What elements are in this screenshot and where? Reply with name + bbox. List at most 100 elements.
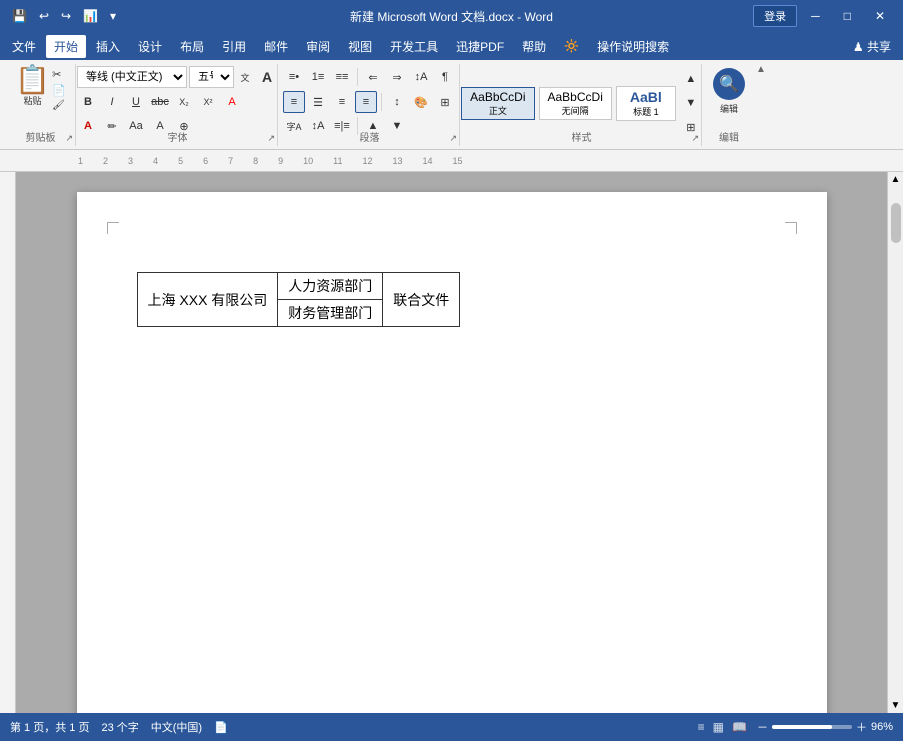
undo-icon[interactable]: ↩ xyxy=(35,7,53,25)
styles-scroll-down[interactable]: ▼ xyxy=(680,92,702,114)
cut-button[interactable]: ✂ xyxy=(52,68,66,81)
decrease-indent-btn[interactable]: ⇐ xyxy=(362,66,384,88)
menu-devtools[interactable]: 开发工具 xyxy=(382,35,446,58)
document-page[interactable]: 上海 XXX 有限公司 人力资源部门 财务管理部门 联合文件 xyxy=(77,192,827,713)
menu-light-icon[interactable]: 🔆 xyxy=(556,36,587,56)
table-cell-hr[interactable]: 人力资源部门 xyxy=(278,273,382,300)
shading-btn[interactable]: 🎨 xyxy=(410,91,432,113)
table-cell-company[interactable]: 上海 XXX 有限公司 xyxy=(137,273,278,327)
bold-button[interactable]: B xyxy=(77,91,99,113)
clear-format-button[interactable]: A xyxy=(221,91,243,113)
ribbon-group-editing: 🔍 编辑 编辑 xyxy=(704,64,754,146)
menu-bar: 文件 开始 插入 设计 布局 引用 邮件 审阅 视图 开发工具 迅捷PDF 帮助… xyxy=(0,32,903,60)
menu-pdf[interactable]: 迅捷PDF xyxy=(448,35,512,58)
justify-btn[interactable]: ≡ xyxy=(355,91,377,113)
menu-references[interactable]: 引用 xyxy=(214,35,254,58)
increase-indent-btn[interactable]: ⇒ xyxy=(386,66,408,88)
ribbon-group-font: 等线 (中文正文) 五号 文 A B I U abc X₂ X² A xyxy=(78,64,278,146)
search-button[interactable]: 🔍 xyxy=(713,68,745,100)
copy-button[interactable]: 📄 xyxy=(52,84,66,97)
print-view-btn[interactable]: ≡ xyxy=(696,718,707,736)
font-size-select[interactable]: 五号 xyxy=(189,66,234,88)
menu-search[interactable]: 操作说明搜索 xyxy=(589,35,677,58)
menu-file[interactable]: 文件 xyxy=(4,35,44,58)
save-icon[interactable]: 💾 xyxy=(8,7,31,25)
doc-icon: 📄 xyxy=(214,721,228,734)
zoom-slider[interactable]: － ＋ 96% xyxy=(757,719,893,735)
show-marks-btn[interactable]: ¶ xyxy=(434,66,456,88)
editing-label: 编辑 xyxy=(704,129,754,144)
menu-review[interactable]: 审阅 xyxy=(298,35,338,58)
minimize-button[interactable]: ─ xyxy=(801,5,830,27)
paste-button[interactable]: 📋 粘贴 xyxy=(15,66,50,107)
word-count: 23 个字 xyxy=(101,719,138,735)
table-cell-joint[interactable]: 联合文件 xyxy=(383,273,460,327)
font-name-select[interactable]: 等线 (中文正文) xyxy=(77,66,187,88)
styles-expand-btn[interactable]: ↗ xyxy=(691,133,699,144)
ribbon-group-paragraph: ≡• 1≡ ≡≡ ⇐ ⇒ ↕A ¶ ≡ ☰ ≡ ≡ ↕ 🎨 xyxy=(280,64,460,146)
scrollbar-right[interactable]: ▲ ▼ xyxy=(887,172,903,713)
align-right-btn[interactable]: ≡ xyxy=(331,91,353,113)
status-bar: 第 1 页，共 1 页 23 个字 中文(中国) 📄 ≡ ▦ 📖 － ＋ 96% xyxy=(0,713,903,741)
scroll-down-btn[interactable]: ▼ xyxy=(889,698,903,713)
title-bar-title: 新建 Microsoft Word 文档.docx - Word xyxy=(350,8,553,25)
menu-share[interactable]: ♟ 共享 xyxy=(845,35,899,58)
align-left-btn[interactable]: ≡ xyxy=(283,91,305,113)
menu-mail[interactable]: 邮件 xyxy=(256,35,296,58)
menu-insert[interactable]: 插入 xyxy=(88,35,128,58)
clipboard-expand[interactable]: ↗ xyxy=(65,133,73,144)
styles-label: 样式 xyxy=(462,129,701,144)
align-center-btn[interactable]: ☰ xyxy=(307,91,329,113)
ribbon-collapse-btn[interactable]: ▲ xyxy=(756,64,770,75)
style-no-spacing[interactable]: AaBbCcDi 无间隔 xyxy=(539,87,612,120)
language: 中文(中国) xyxy=(151,719,202,735)
subscript-button[interactable]: X₂ xyxy=(173,91,195,113)
menu-view[interactable]: 视图 xyxy=(340,35,380,58)
table-cell-departments[interactable]: 人力资源部门 财务管理部门 xyxy=(278,273,383,327)
read-view-btn[interactable]: 📖 xyxy=(730,718,749,736)
zoom-track[interactable] xyxy=(772,725,852,729)
scroll-up-btn[interactable]: ▲ xyxy=(889,172,903,187)
title-bar-left: 💾 ↩ ↪ 📊 ▾ xyxy=(8,7,120,25)
ribbon-group-styles: AaBbCcDi 正文 AaBbCcDi 无间隔 AaBl 标题 1 ▲ ▼ xyxy=(462,64,702,146)
font-label: 字体 xyxy=(78,129,277,144)
menu-home[interactable]: 开始 xyxy=(46,35,86,58)
ribbon: 📋 粘贴 ✂ 📄 🖌 剪贴板 ↗ 等线 (中文正文) xyxy=(0,60,903,150)
zoom-out-btn[interactable]: － xyxy=(757,719,768,735)
style-heading1[interactable]: AaBl 标题 1 xyxy=(616,86,676,121)
font-expand[interactable]: ↗ xyxy=(267,133,275,144)
zoom-in-btn[interactable]: ＋ xyxy=(856,719,867,735)
redo-icon[interactable]: ↪ xyxy=(57,7,75,25)
qa-dropdown-icon[interactable]: ▾ xyxy=(106,7,120,25)
table-cell-finance[interactable]: 财务管理部门 xyxy=(278,300,382,326)
format-painter-button[interactable]: 🖌 xyxy=(52,100,66,111)
custom-icon[interactable]: 📊 xyxy=(79,7,102,25)
menu-help[interactable]: 帮助 xyxy=(514,35,554,58)
borders-btn[interactable]: ⊞ xyxy=(434,91,456,113)
paragraph-expand[interactable]: ↗ xyxy=(449,133,457,144)
numbering-btn[interactable]: 1≡ xyxy=(307,66,329,88)
strikethrough-button[interactable]: abc xyxy=(149,91,171,113)
menu-layout[interactable]: 布局 xyxy=(172,35,212,58)
superscript-button[interactable]: X² xyxy=(197,91,219,113)
web-view-btn[interactable]: ▦ xyxy=(711,718,726,736)
corner-mark-tl xyxy=(107,222,119,234)
font-grow-btn[interactable]: A xyxy=(256,66,278,88)
italic-button[interactable]: I xyxy=(101,91,123,113)
restore-button[interactable]: □ xyxy=(834,5,861,27)
multilevel-btn[interactable]: ≡≡ xyxy=(331,66,353,88)
scrollbar-thumb[interactable] xyxy=(891,203,901,243)
underline-button[interactable]: U xyxy=(125,91,147,113)
line-spacing-btn[interactable]: ↕ xyxy=(386,91,408,113)
zoom-fill xyxy=(772,725,832,729)
close-button[interactable]: ✕ xyxy=(865,5,895,27)
bullets-btn[interactable]: ≡• xyxy=(283,66,305,88)
wen-btn[interactable]: 文 xyxy=(236,66,254,88)
sort-btn[interactable]: ↕A xyxy=(410,66,432,88)
login-button[interactable]: 登录 xyxy=(753,5,797,27)
page-container[interactable]: 上海 XXX 有限公司 人力资源部门 财务管理部门 联合文件 xyxy=(16,172,887,713)
document-table[interactable]: 上海 XXX 有限公司 人力资源部门 财务管理部门 联合文件 xyxy=(137,272,461,327)
menu-design[interactable]: 设计 xyxy=(130,35,170,58)
style-normal[interactable]: AaBbCcDi 正文 xyxy=(461,87,534,120)
styles-scroll-up[interactable]: ▲ xyxy=(680,68,702,90)
